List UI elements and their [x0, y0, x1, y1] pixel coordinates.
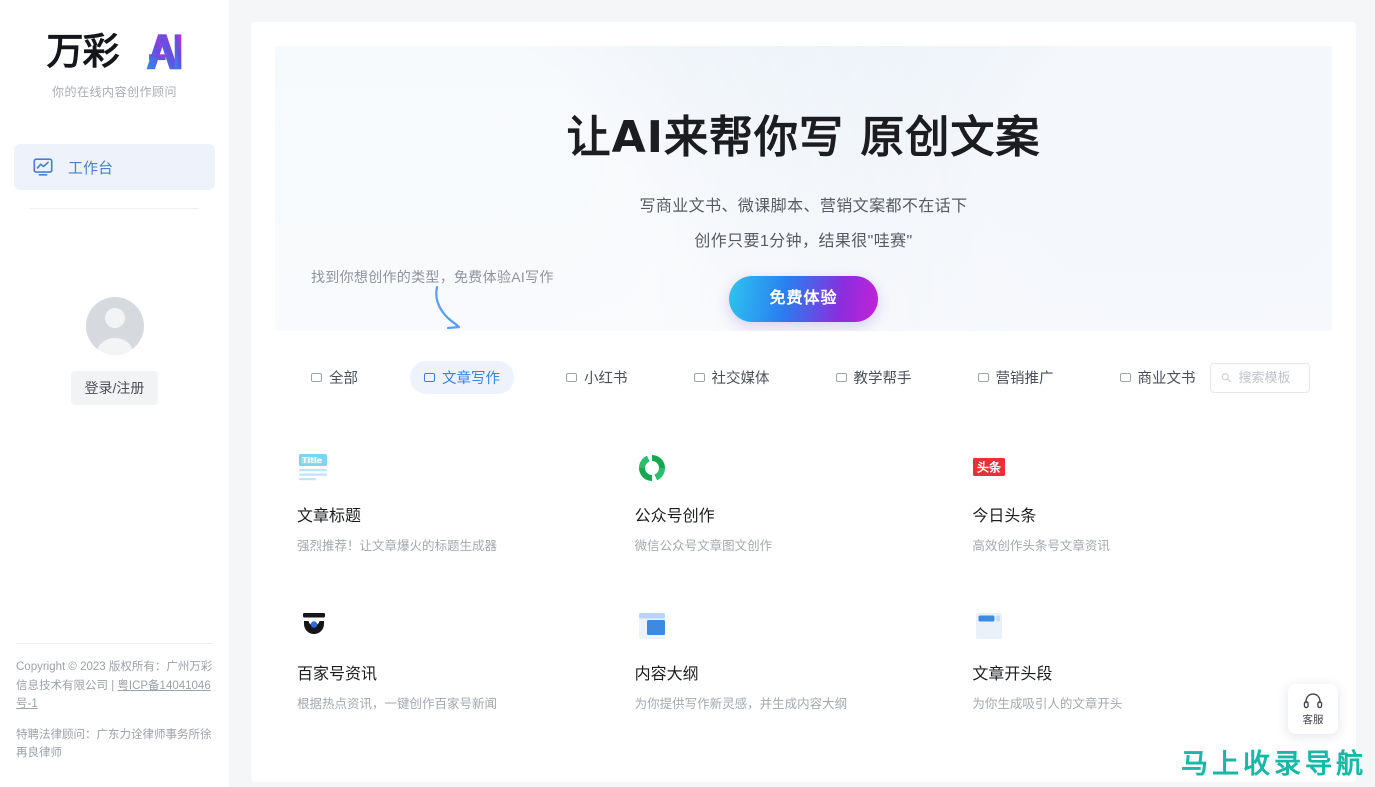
template-desc: 微信公众号文章图文创作 — [634, 539, 773, 553]
outline-icon — [638, 613, 665, 639]
template-title: 公众号创作 — [634, 508, 715, 525]
checkbox-icon — [311, 373, 322, 382]
template-card-toutiao[interactable]: 头条 今日头条 高效创作头条号文章资讯 — [972, 452, 1310, 554]
ai-logo-icon — [146, 34, 181, 70]
watermark: 马上收录导航 — [1181, 749, 1367, 780]
free-trial-button[interactable]: 免费体验 — [729, 276, 878, 323]
page-root: 万彩 你的在线内容创作顾问 工作台 登录/注册 Copyright © 2023… — [0, 0, 1375, 787]
template-title: 百家号资讯 — [297, 666, 378, 683]
filter-chip-article-writing[interactable]: 文章写作 — [410, 361, 514, 394]
filter-chip-xiaohongshu[interactable]: 小红书 — [552, 361, 642, 394]
filter-chip-teaching-assistant[interactable]: 教学帮手 — [822, 361, 926, 394]
title-doc-icon: Title — [299, 454, 327, 481]
user-avatar-icon — [85, 297, 144, 355]
toutiao-icon: 头条 — [973, 458, 1006, 476]
wechat-official-icon — [638, 455, 665, 481]
filter-chip-all[interactable]: 全部 — [297, 361, 372, 394]
template-title: 内容大纲 — [634, 666, 699, 683]
svg-text:头条: 头条 — [977, 460, 1002, 475]
template-desc: 根据热点资讯，一键创作百家号新闻 — [297, 697, 498, 711]
template-title: 今日头条 — [972, 508, 1037, 525]
customer-support-button[interactable]: 客服 — [1288, 684, 1338, 734]
search-icon — [1221, 373, 1231, 383]
template-title: 文章开头段 — [972, 666, 1053, 683]
sidebar: 万彩 你的在线内容创作顾问 工作台 登录/注册 Copyright © 2023… — [0, 0, 229, 787]
template-grid: Title 文章标题 强烈推荐！让文章爆火的标题生成器 公众号创作 微信公众号文… — [275, 452, 1332, 712]
filter-label: 社交媒体 — [711, 371, 770, 387]
template-desc: 高效创作头条号文章资讯 — [972, 539, 1110, 553]
filter-label: 营销推广 — [995, 371, 1054, 387]
checkbox-icon — [693, 373, 705, 382]
brand-tagline: 你的在线内容创作顾问 — [51, 85, 177, 99]
checkbox-icon — [424, 373, 435, 382]
template-card-opening-paragraph[interactable]: 文章开头段 为你生成吸引人的文章开头 — [972, 610, 1310, 712]
checkbox-icon — [566, 373, 577, 382]
checkbox-icon — [977, 373, 989, 382]
filter-label: 教学帮手 — [853, 371, 912, 387]
template-card-wechat-official[interactable]: 公众号创作 微信公众号文章图文创作 — [635, 452, 973, 554]
hero-subtitle-1: 写商业文书、微课脚本、营销文案都不在话下 — [639, 198, 968, 216]
filter-bar: 全部 文章写作 小红书 社交媒体 教学帮手 营销推广 商业文书 搜索模板 — [275, 361, 1332, 394]
curved-arrow-icon — [435, 285, 461, 330]
filter-chip-marketing[interactable]: 营销推广 — [964, 361, 1068, 394]
filter-label: 文章写作 — [442, 371, 500, 387]
login-register-button[interactable]: 登录/注册 — [70, 371, 159, 405]
brand-name-cn: 万彩 — [46, 29, 120, 73]
baijiahao-icon — [303, 613, 325, 634]
filter-label: 商业文书 — [1137, 371, 1196, 387]
filter-chip-business-docs[interactable]: 商业文书 — [1106, 361, 1210, 394]
user-block: 登录/注册 — [0, 297, 229, 405]
sidebar-divider — [30, 208, 199, 209]
footer-copyright: Copyright © 2023 版权所有：广州万彩信息技术有限公司 | 粤IC… — [16, 658, 213, 714]
svg-text:Title: Title — [302, 456, 323, 465]
checkbox-icon — [1119, 373, 1131, 382]
checkbox-icon — [835, 373, 847, 382]
sidebar-item-workbench[interactable]: 工作台 — [14, 144, 215, 190]
footer-legal: 特聘法律顾问：广东力诠律师事务所徐再良律师 — [16, 728, 212, 760]
search-input[interactable] — [1238, 370, 1299, 385]
template-desc: 为你生成吸引人的文章开头 — [972, 697, 1123, 711]
main-area: 让AI来帮你写 原创文案 写商业文书、微课脚本、营销文案都不在话下 创作只要1分… — [229, 0, 1375, 787]
sidebar-footer: Copyright © 2023 版权所有：广州万彩信息技术有限公司 | 粤IC… — [0, 642, 229, 787]
template-title: 文章标题 — [297, 508, 362, 525]
filter-label: 全部 — [329, 371, 358, 387]
hero-title: 让AI来帮你写 原创文案 — [566, 112, 1041, 163]
filter-chip-social-media[interactable]: 社交媒体 — [680, 361, 784, 394]
hint-text: 找到你想创作的类型，免费体验AI写作 — [311, 269, 554, 285]
filter-label: 小红书 — [584, 371, 628, 387]
template-card-baijiahao[interactable]: 百家号资讯 根据热点资讯，一键创作百家号新闻 — [297, 610, 635, 712]
sidebar-nav: 工作台 — [0, 144, 229, 209]
opening-paragraph-icon — [976, 613, 1003, 639]
hero-subtitle-2: 创作只要1分钟，结果很"哇赛" — [694, 233, 913, 251]
search-box[interactable] — [1209, 362, 1310, 393]
sidebar-item-label: 工作台 — [68, 159, 114, 177]
footer-divider — [16, 642, 213, 644]
brand: 万彩 你的在线内容创作顾问 — [0, 0, 229, 100]
template-desc: 强烈推荐！让文章爆火的标题生成器 — [297, 539, 498, 553]
template-card-article-title[interactable]: Title 文章标题 强烈推荐！让文章爆火的标题生成器 — [297, 452, 635, 554]
headset-icon — [1303, 692, 1323, 708]
template-card-outline[interactable]: 内容大纲 为你提供写作新灵感，并生成内容大纲 — [635, 610, 973, 712]
hint-block: 找到你想创作的类型，免费体验AI写作 — [311, 267, 554, 330]
content-card: 让AI来帮你写 原创文案 写商业文书、微课脚本、营销文案都不在话下 创作只要1分… — [251, 22, 1356, 782]
dashboard-icon — [33, 158, 53, 176]
brand-logo: 万彩 — [0, 28, 229, 74]
support-label: 客服 — [1302, 713, 1324, 726]
template-desc: 为你提供写作新灵感，并生成内容大纲 — [634, 697, 848, 711]
